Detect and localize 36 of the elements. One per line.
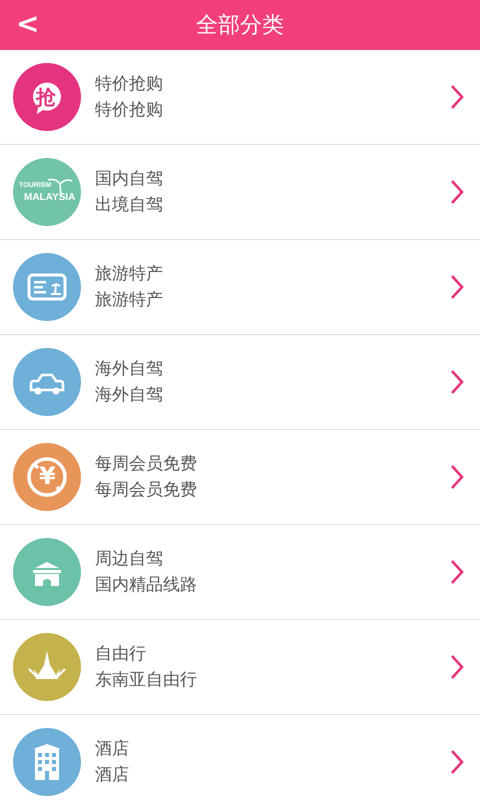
category-title: 旅游特产 xyxy=(95,264,163,284)
category-row[interactable]: 旅游特产 旅游特产 xyxy=(0,240,480,335)
category-title: 酒店 xyxy=(95,739,129,759)
chevron-right-icon xyxy=(450,369,464,395)
category-row[interactable]: ¥ 每周会员免费 每周会员免费 xyxy=(0,430,480,525)
back-button[interactable]: < xyxy=(10,7,46,41)
category-subtitle: 出境自驾 xyxy=(95,195,163,215)
icon-label: 抢 xyxy=(36,87,56,107)
category-title: 周边自驾 xyxy=(95,549,163,569)
chevron-right-icon xyxy=(450,274,464,300)
category-subtitle: 旅游特产 xyxy=(95,290,163,310)
chevron-right-icon xyxy=(450,84,464,110)
chevron-right-icon xyxy=(450,464,464,490)
category-row[interactable]: 酒店 酒店 xyxy=(0,715,480,800)
category-subtitle: 国内精品线路 xyxy=(95,575,197,595)
category-subtitle: 每周会员免费 xyxy=(95,480,197,500)
chevron-right-icon xyxy=(450,559,464,585)
category-row[interactable]: 周边自驾 国内精品线路 xyxy=(0,525,480,620)
page-title: 全部分类 xyxy=(196,12,284,40)
category-row[interactable]: 抢 特价抢购 特价抢购 xyxy=(0,50,480,145)
category-title: 每周会员免费 xyxy=(95,454,197,474)
category-subtitle: 酒店 xyxy=(95,765,129,785)
chevron-right-icon xyxy=(450,749,464,775)
chevron-right-icon xyxy=(450,654,464,680)
category-title: 特价抢购 xyxy=(95,74,163,94)
icon-label: ¥ xyxy=(39,464,56,488)
category-subtitle: 特价抢购 xyxy=(95,100,163,120)
category-title: 海外自驾 xyxy=(95,359,163,379)
category-title: 自由行 xyxy=(95,644,146,664)
icon-label: MALAYSIA xyxy=(24,193,76,203)
category-title: 国内自驾 xyxy=(95,169,163,189)
category-row[interactable]: 自由行 东南亚自由行 xyxy=(0,620,480,715)
chevron-right-icon xyxy=(450,179,464,205)
category-subtitle: 东南亚自由行 xyxy=(95,670,197,690)
category-subtitle: 海外自驾 xyxy=(95,385,163,405)
category-row[interactable]: 海外自驾 海外自驾 xyxy=(0,335,480,430)
